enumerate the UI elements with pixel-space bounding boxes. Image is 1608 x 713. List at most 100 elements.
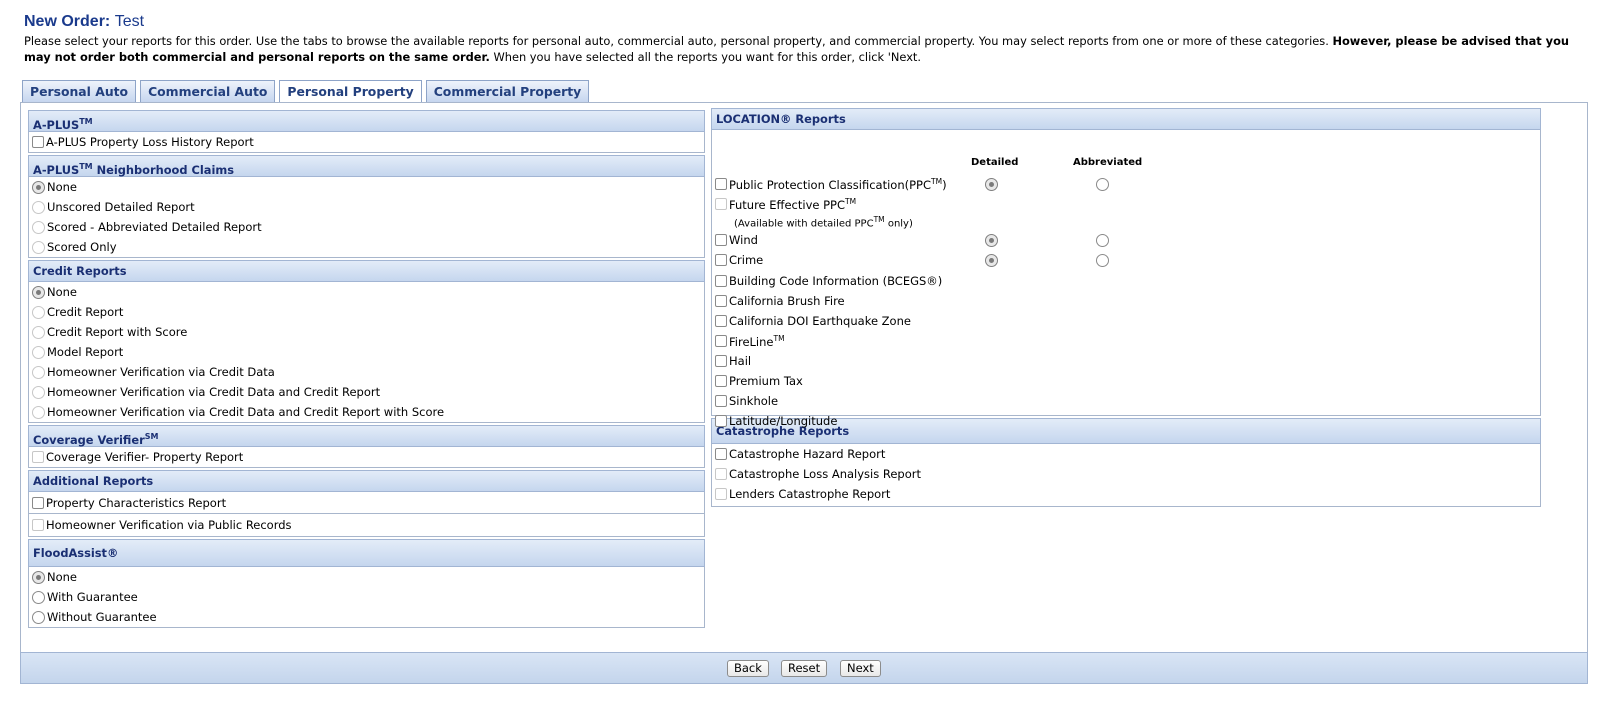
ppc-checkbox[interactable] [715, 178, 727, 190]
flood-none-radio[interactable] [32, 570, 45, 584]
aplus-header: A-PLUSTM [28, 110, 705, 132]
wind-option[interactable]: Wind [712, 230, 1540, 250]
credit-report-radio[interactable] [32, 305, 45, 319]
brush-fire-checkbox[interactable] [715, 295, 727, 307]
premium-tax-checkbox[interactable] [715, 375, 727, 387]
future-ppc-checkbox[interactable] [715, 198, 727, 210]
future-ppc-option[interactable]: Future Effective PPCTM [712, 194, 1540, 214]
title-prefix: New Order: [24, 13, 111, 30]
credit-reports-section: None Credit Report Credit Report with Sc… [28, 282, 705, 423]
ppc-detailed-radio[interactable] [985, 177, 998, 191]
crime-option[interactable]: Crime [712, 250, 1540, 270]
credit-reports-header: Credit Reports [28, 260, 705, 282]
back-button[interactable]: Back [727, 660, 769, 677]
catastrophe-loss-option[interactable]: Catastrophe Loss Analysis Report [712, 464, 1540, 484]
neighborhood-unscored-option[interactable]: Unscored Detailed Report [29, 197, 704, 217]
fireline-checkbox[interactable] [715, 335, 727, 347]
detailed-column-header: Detailed [971, 157, 1019, 168]
property-characteristics-checkbox[interactable] [32, 496, 44, 509]
credit-report-option[interactable]: Credit Report [29, 302, 704, 322]
catastrophe-reports-section: Catastrophe Hazard Report Catastrophe Lo… [711, 444, 1541, 507]
lat-long-option[interactable]: Latitude/Longitude [712, 411, 1540, 431]
coverage-verifier-section: Coverage Verifier- Property Report [28, 447, 705, 468]
crime-detailed-radio[interactable] [985, 253, 998, 267]
doi-earthquake-checkbox[interactable] [715, 315, 727, 327]
sinkhole-checkbox[interactable] [715, 395, 727, 407]
floodassist-header: FloodAssist® [28, 539, 705, 567]
neighborhood-scored-only-radio[interactable] [32, 240, 45, 254]
coverage-verifier-property-checkbox[interactable] [32, 451, 44, 463]
intro-text: Please select your reports for this orde… [24, 33, 1588, 65]
wind-detailed-radio[interactable] [985, 233, 998, 247]
catastrophe-loss-checkbox[interactable] [715, 468, 727, 480]
crime-checkbox[interactable] [715, 254, 727, 266]
homeowner-credit-report-score-radio[interactable] [32, 405, 45, 419]
lenders-catastrophe-checkbox[interactable] [715, 488, 727, 500]
footer-bar: Back Reset Next [20, 652, 1588, 684]
aplus-section: A-PLUS Property Loss History Report [28, 132, 705, 153]
bcegs-checkbox[interactable] [715, 274, 727, 287]
model-report-radio[interactable] [32, 345, 45, 359]
flood-none-option[interactable]: None [29, 567, 704, 587]
ppc-option[interactable]: Public Protection Classification(PPCTM) [712, 174, 1540, 194]
credit-report-score-option[interactable]: Credit Report with Score [29, 322, 704, 342]
neighborhood-unscored-radio[interactable] [32, 200, 45, 214]
flood-with-guarantee-option[interactable]: With Guarantee [29, 587, 704, 607]
flood-without-guarantee-option[interactable]: Without Guarantee [29, 607, 704, 627]
neighborhood-claims-header: A-PLUSTM Neighborhood Claims [28, 155, 705, 177]
neighborhood-none-radio[interactable] [32, 180, 45, 194]
neighborhood-scored-abbrev-option[interactable]: Scored - Abbreviated Detailed Report [29, 217, 704, 237]
flood-without-guarantee-radio[interactable] [32, 610, 45, 624]
location-reports-header: LOCATION® Reports [711, 108, 1541, 130]
property-characteristics-option[interactable]: Property Characteristics Report [29, 492, 704, 514]
lat-long-checkbox[interactable] [715, 415, 727, 427]
brush-fire-option[interactable]: California Brush Fire [712, 291, 1540, 311]
wind-abbreviated-radio[interactable] [1096, 233, 1109, 247]
homeowner-public-records-option[interactable]: Homeowner Verification via Public Record… [29, 514, 704, 536]
aplus-loss-history-checkbox[interactable] [32, 136, 44, 148]
homeowner-credit-report-radio[interactable] [32, 385, 45, 399]
homeowner-public-records-checkbox[interactable] [32, 519, 44, 531]
tab-commercial-auto[interactable]: Commercial Auto [140, 80, 276, 102]
next-button[interactable]: Next [840, 660, 881, 677]
aplus-loss-history-option[interactable]: A-PLUS Property Loss History Report [29, 132, 704, 152]
tab-personal-auto[interactable]: Personal Auto [22, 80, 137, 102]
additional-reports-section: Property Characteristics Report Homeowne… [28, 492, 705, 537]
neighborhood-claims-section: None Unscored Detailed Report Scored - A… [28, 177, 705, 258]
hail-checkbox[interactable] [715, 355, 727, 367]
catastrophe-hazard-option[interactable]: Catastrophe Hazard Report [712, 444, 1540, 464]
flood-with-guarantee-radio[interactable] [32, 590, 45, 604]
tab-panel: A-PLUSTM A-PLUS Property Loss History Re… [20, 102, 1588, 666]
doi-earthquake-option[interactable]: California DOI Earthquake Zone [712, 311, 1540, 331]
homeowner-credit-data-radio[interactable] [32, 365, 45, 379]
tab-commercial-property[interactable]: Commercial Property [425, 80, 590, 102]
report-tabs: Personal Auto Commercial Auto Personal P… [22, 80, 593, 103]
premium-tax-option[interactable]: Premium Tax [712, 371, 1540, 391]
hail-option[interactable]: Hail [712, 351, 1540, 371]
additional-reports-header: Additional Reports [28, 470, 705, 492]
wind-checkbox[interactable] [715, 234, 727, 246]
tab-personal-property[interactable]: Personal Property [279, 80, 422, 103]
homeowner-credit-report-option[interactable]: Homeowner Verification via Credit Data a… [29, 382, 704, 402]
model-report-option[interactable]: Model Report [29, 342, 704, 362]
crime-abbreviated-radio[interactable] [1096, 253, 1109, 267]
fireline-option[interactable]: FireLineTM [712, 331, 1540, 351]
neighborhood-none-option[interactable]: None [29, 177, 704, 197]
neighborhood-scored-abbrev-radio[interactable] [32, 220, 45, 234]
credit-report-score-radio[interactable] [32, 325, 45, 339]
lenders-catastrophe-option[interactable]: Lenders Catastrophe Report [712, 484, 1540, 504]
catastrophe-hazard-checkbox[interactable] [715, 448, 727, 460]
credit-none-option[interactable]: None [29, 282, 704, 302]
abbreviated-column-header: Abbreviated [1073, 157, 1143, 168]
neighborhood-scored-only-option[interactable]: Scored Only [29, 237, 704, 257]
credit-none-radio[interactable] [32, 285, 45, 299]
homeowner-credit-report-score-option[interactable]: Homeowner Verification via Credit Data a… [29, 402, 704, 422]
bcegs-option[interactable]: Building Code Information (BCEGS®) [712, 270, 1540, 291]
coverage-verifier-property-option[interactable]: Coverage Verifier- Property Report [29, 447, 704, 467]
reset-button[interactable]: Reset [781, 660, 828, 677]
homeowner-credit-data-option[interactable]: Homeowner Verification via Credit Data [29, 362, 704, 382]
right-column: LOCATION® Reports Detailed Abbreviated P… [711, 108, 1541, 509]
page-title: New Order: Test [24, 13, 144, 31]
ppc-abbreviated-radio[interactable] [1096, 177, 1109, 191]
sinkhole-option[interactable]: Sinkhole [712, 391, 1540, 411]
